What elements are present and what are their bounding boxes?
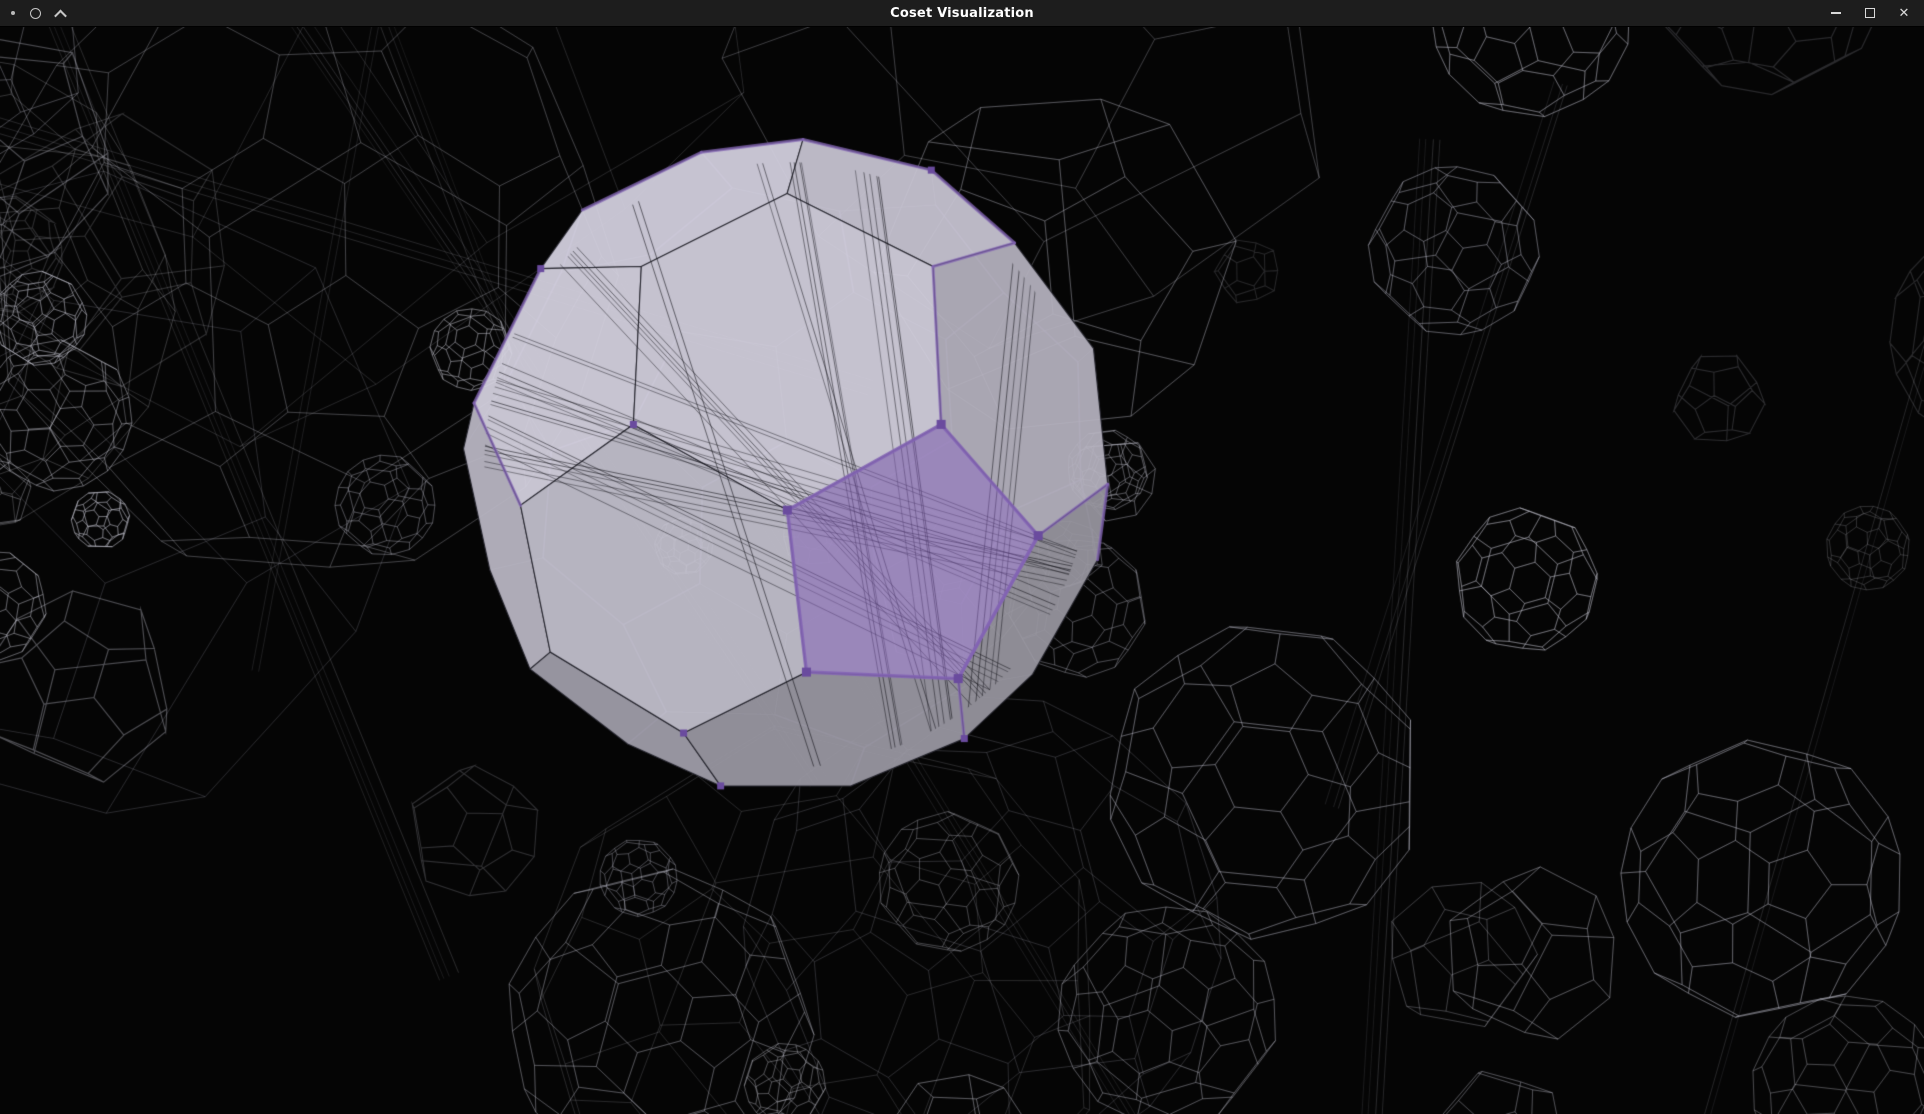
minimize-button[interactable] — [1824, 2, 1848, 24]
viewport-canvas[interactable] — [0, 27, 1924, 1114]
titlebar[interactable]: Coset Visualization ✕ — [0, 0, 1924, 27]
app-window: Coset Visualization ✕ — [0, 0, 1924, 1114]
window-title: Coset Visualization — [0, 6, 1924, 21]
close-icon: ✕ — [1899, 6, 1910, 21]
window-controls: ✕ — [1824, 2, 1916, 24]
status-dot-icon[interactable] — [11, 11, 15, 15]
maximize-button[interactable] — [1858, 2, 1882, 24]
titlebar-left-controls — [11, 7, 65, 19]
close-button[interactable]: ✕ — [1892, 2, 1916, 24]
chevron-up-icon[interactable] — [54, 10, 67, 23]
maximize-icon — [1865, 8, 1875, 18]
viewport — [0, 27, 1924, 1114]
minimize-icon — [1831, 12, 1841, 14]
record-circle-icon[interactable] — [30, 8, 41, 19]
